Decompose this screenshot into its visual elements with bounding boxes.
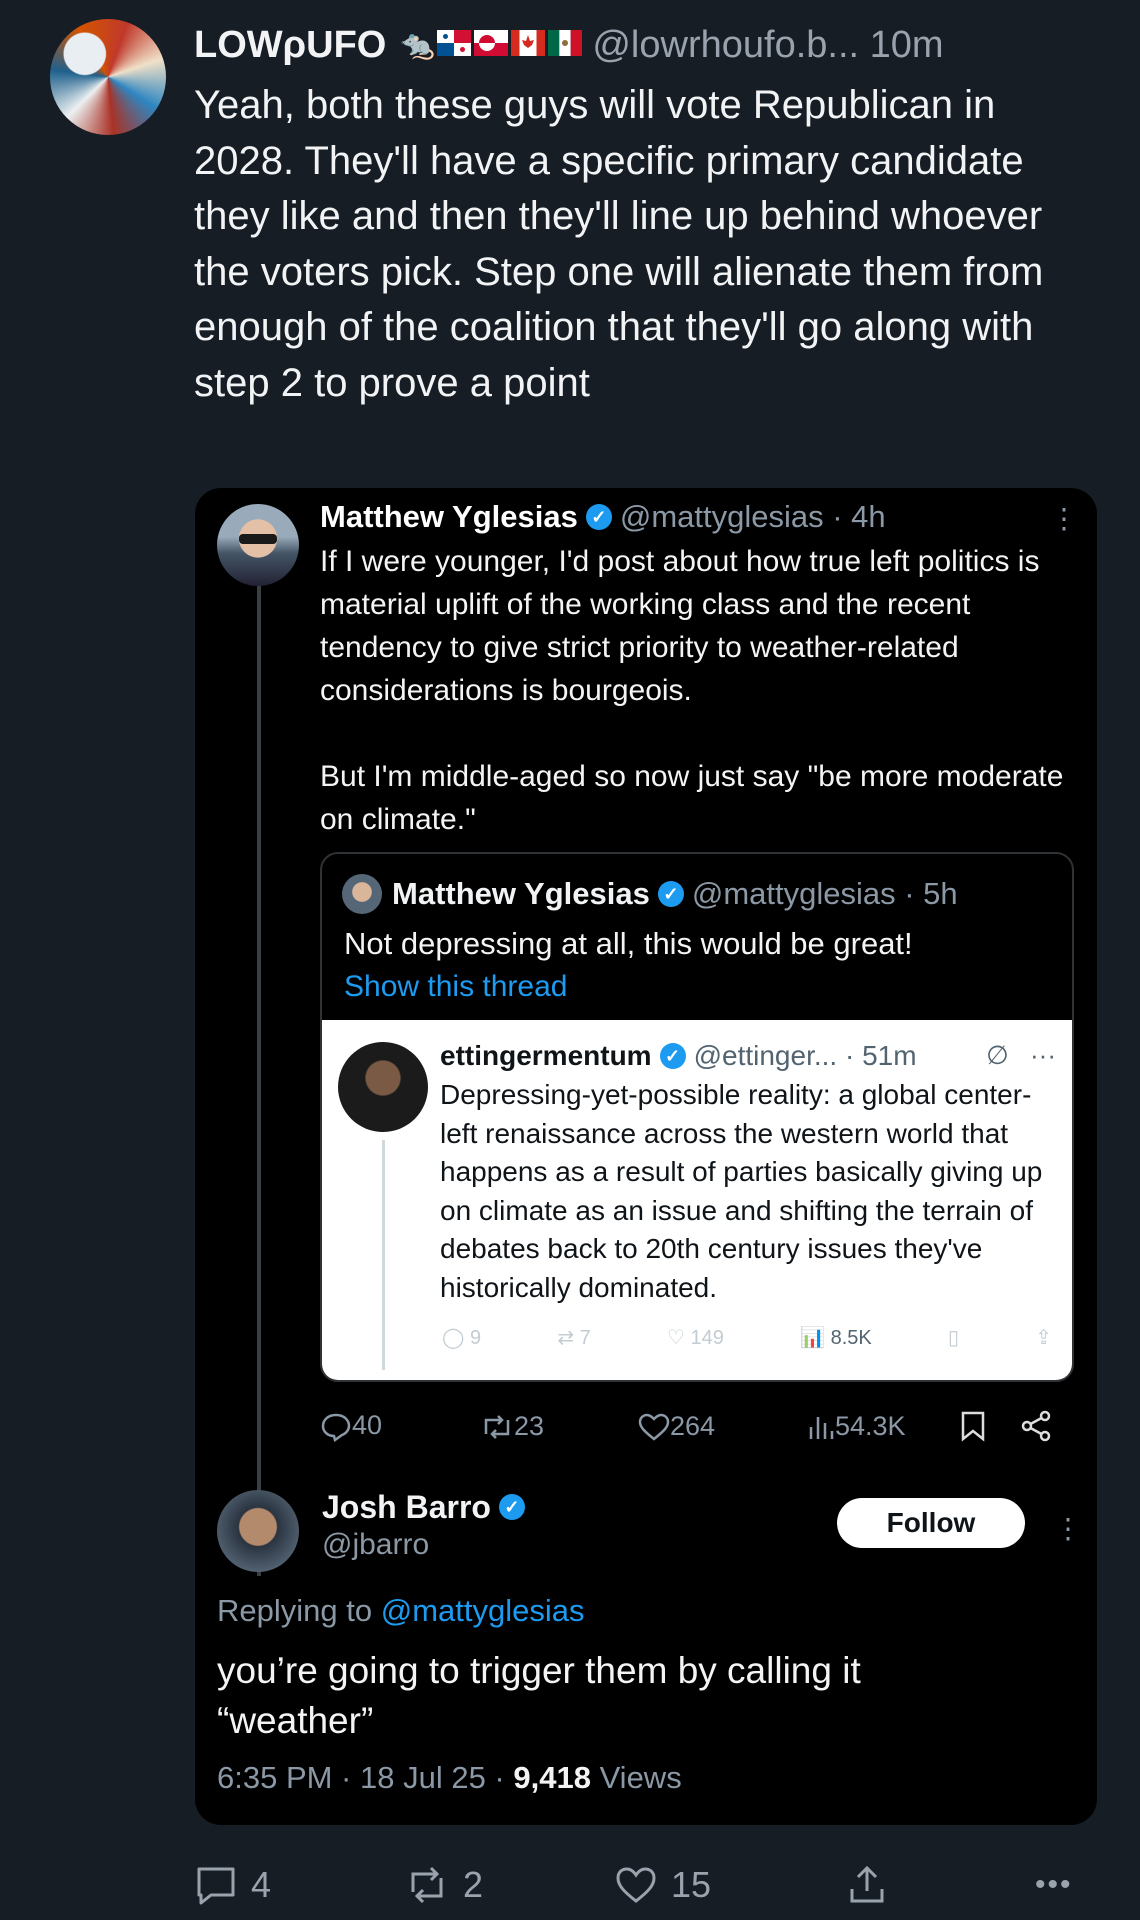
replying-mention-link[interactable]: @mattyglesias — [381, 1593, 585, 1628]
repost-icon — [411, 1866, 443, 1904]
reply-stat[interactable]: 40 — [320, 1410, 382, 1442]
quoted-tweet[interactable]: Matthew Yglesias ✓ @mattyglesias · 5h No… — [320, 852, 1074, 1382]
embedded-handle-time: @mattyglesias · 4h — [619, 499, 886, 534]
ettinger-body: Depressing-yet-possible reality: a globa… — [440, 1079, 1043, 1303]
bookmark-icon: ▯ — [947, 1327, 959, 1349]
greenland-flag-icon — [474, 30, 509, 56]
barro-avatar[interactable] — [217, 1490, 299, 1572]
embedded-screenshot[interactable]: Matthew Yglesias ✓ @mattyglesias · 4h ⋮ … — [195, 488, 1097, 1825]
embedded-stats: 40 23 264 54.3K — [320, 1406, 1060, 1446]
more-options-icon[interactable]: ⋮ — [1054, 1515, 1082, 1543]
ettinger-header: ettingermentum ✓ @ettinger... · 51m — [440, 1038, 917, 1074]
share-button[interactable] — [847, 1862, 887, 1908]
repost-button[interactable]: 2 — [405, 1862, 483, 1908]
panama-flag-icon — [437, 30, 472, 56]
post-action-bar: 4 2 15 ••• — [195, 1862, 1095, 1908]
display-name-emojis: 🐀 — [400, 29, 583, 60]
views-stat[interactable]: 54.3K — [807, 1411, 906, 1442]
verified-badge-icon: ✓ — [585, 504, 612, 530]
bookmark-icon[interactable] — [960, 1410, 986, 1442]
reply-author-header: Josh Barro ✓ — [322, 1486, 525, 1528]
repost-icon — [484, 1415, 510, 1440]
like-button[interactable]: 15 — [615, 1862, 711, 1908]
embedded-body-paragraph-1: If I were younger, I'd post about how tr… — [320, 545, 1040, 707]
views-icon — [809, 1417, 834, 1440]
more-options-icon: ··· — [1030, 1040, 1056, 1070]
mexico-flag-icon — [548, 30, 583, 56]
embedded-author-name[interactable]: Matthew Yglesias — [320, 499, 578, 535]
more-button[interactable]: ••• — [1035, 1862, 1073, 1908]
show-thread-link[interactable]: Show this thread — [344, 970, 567, 1004]
like-stat[interactable]: 264 — [638, 1411, 715, 1442]
quoted-avatar — [342, 874, 382, 914]
ettinger-avatar — [338, 1042, 428, 1132]
like-stat: ♡ 149 — [667, 1327, 724, 1349]
post-text: Yeah, both these guys will vote Republic… — [194, 83, 1044, 405]
verified-badge-icon: ✓ — [498, 1494, 525, 1520]
ettinger-header-icons: ∅ ··· — [986, 1040, 1056, 1071]
rat-emoji: 🐀 — [400, 29, 436, 60]
quoted-header: Matthew Yglesias ✓ @mattyglesias · 5h — [392, 874, 958, 914]
views-stat: 📊 8.5K — [800, 1327, 872, 1349]
embedded-body: If I were younger, I'd post about how tr… — [320, 540, 1065, 841]
reply-text: you’re going to trigger them by calling … — [217, 1650, 861, 1741]
repost-stat[interactable]: 23 — [480, 1411, 544, 1442]
embedded-header: Matthew Yglesias ✓ @mattyglesias · 4h — [320, 496, 886, 538]
follow-button[interactable]: Follow — [837, 1498, 1025, 1548]
share-icon: ⇪ — [1035, 1327, 1052, 1349]
verified-badge-icon: ✓ — [659, 1043, 686, 1069]
verified-badge-icon: ✓ — [657, 881, 684, 907]
reply-stat: ◯ 9 — [442, 1327, 482, 1349]
more-options-icon[interactable]: ⋮ — [1050, 505, 1078, 533]
reply-meta: 6:35 PM · 18 Jul 25 · 9,418 Views — [217, 1760, 682, 1795]
thread-connector — [382, 1140, 385, 1370]
reply-icon — [197, 1867, 235, 1905]
author-avatar[interactable] — [50, 19, 166, 135]
like-icon — [638, 1414, 670, 1441]
yglesias-avatar[interactable] — [217, 504, 299, 586]
author-name[interactable]: LOWρUFO — [194, 24, 386, 67]
repost-stat: ⇄ 7 — [557, 1327, 591, 1349]
ettinger-stats: ◯ 9 ⇄ 7 ♡ 149 📊 8.5K ▯ ⇪ — [442, 1325, 1052, 1350]
author-handle-time[interactable]: @lowrhoufo.b... 10m — [592, 24, 943, 67]
embedded-body-paragraph-2: But I'm middle-aged so now just say "be … — [320, 760, 1064, 836]
quoted-author-name: Matthew Yglesias — [392, 876, 650, 911]
like-icon — [616, 1867, 656, 1903]
ettinger-screenshot: ettingermentum ✓ @ettinger... · 51m ∅ ··… — [322, 1020, 1072, 1380]
replying-to: Replying to @mattyglesias — [217, 1593, 585, 1628]
ettinger-author-name: ettingermentum — [440, 1040, 652, 1071]
canada-flag-icon — [511, 30, 546, 56]
share-icon — [850, 1865, 884, 1903]
quoted-handle-time: @mattyglesias · 5h — [691, 876, 958, 911]
reply-icon — [321, 1413, 351, 1442]
reply-button[interactable]: 4 — [195, 1862, 271, 1908]
ettinger-handle-time: @ettinger... · 51m — [693, 1040, 917, 1071]
views-count: 9,418 — [513, 1760, 591, 1795]
post-header: LOWρUFO 🐀 @lowrhoufo.b... 10m — [194, 20, 1104, 70]
grok-icon: ∅ — [986, 1040, 1009, 1070]
reply-author-handle[interactable]: @jbarro — [322, 1528, 429, 1562]
share-icon[interactable] — [1020, 1410, 1052, 1442]
thread-connector — [257, 586, 261, 1576]
reply-author-name[interactable]: Josh Barro — [322, 1489, 491, 1526]
quoted-text: Not depressing at all, this would be gre… — [344, 926, 913, 961]
